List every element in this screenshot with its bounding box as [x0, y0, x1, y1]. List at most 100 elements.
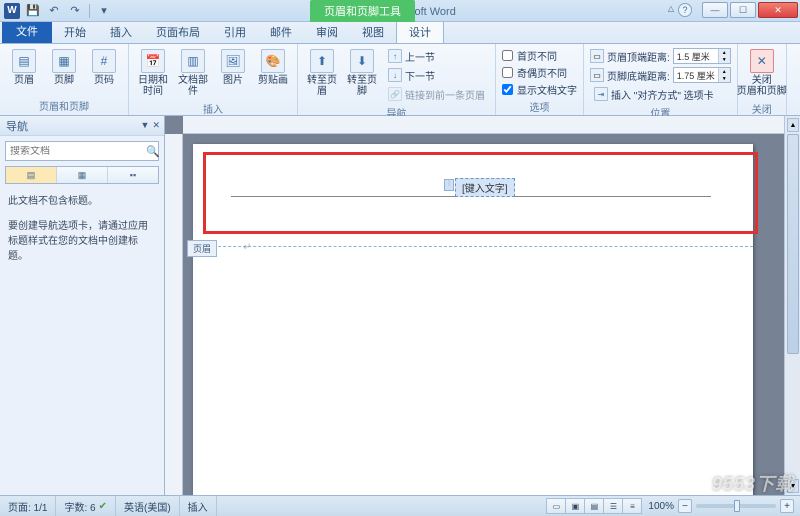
check-icon: ✔	[99, 501, 107, 512]
nav-close-icon[interactable]: ✕	[152, 120, 160, 131]
group-header-footer: ▤页眉 ▦页脚 #页码 页眉和页脚	[0, 44, 129, 115]
view-print-layout[interactable]: ▭	[546, 498, 566, 514]
qat-customize-icon[interactable]: ▾	[95, 3, 113, 19]
view-outline[interactable]: ☰	[603, 498, 623, 514]
close-button[interactable]: ✕	[758, 2, 798, 18]
picture-icon: 🖼	[221, 49, 245, 73]
different-first-checkbox[interactable]: 首页不同	[502, 47, 577, 63]
goto-footer-icon: ⬇	[350, 49, 374, 73]
group-options: 首页不同 奇偶页不同 显示文档文字 选项	[496, 44, 584, 115]
goto-header-button[interactable]: ⬆转至页眉	[304, 47, 340, 99]
tab-mailings[interactable]: 邮件	[258, 20, 304, 43]
zoom-in-button[interactable]: +	[780, 499, 794, 513]
view-web[interactable]: ▤	[584, 498, 604, 514]
status-page[interactable]: 页面: 1/1	[0, 496, 56, 516]
doc-parts-button[interactable]: ▥文档部件	[175, 47, 211, 99]
ribbon-minimize-icon[interactable]: △	[668, 4, 674, 13]
view-buttons: ▭ ▣ ▤ ☰ ≡	[547, 498, 642, 514]
nav-search-box[interactable]: 🔍	[5, 141, 159, 161]
status-bar: 页面: 1/1 字数: 6✔ 英语(美国) 插入 ▭ ▣ ▤ ☰ ≡ 100% …	[0, 495, 800, 516]
header-boundary-line	[193, 246, 753, 247]
tab-home[interactable]: 开始	[52, 20, 98, 43]
align-icon: ⇥	[594, 87, 608, 101]
status-language[interactable]: 英语(美国)	[116, 496, 180, 516]
datetime-button[interactable]: 📅日期和时间	[135, 47, 171, 99]
qat-separator	[89, 4, 90, 18]
calendar-icon: 📅	[141, 49, 165, 73]
zoom-control: 100% − +	[648, 499, 794, 513]
contextual-tab-label: 页眉和页脚工具	[310, 0, 415, 22]
prev-section-button[interactable]: ↑上一节	[384, 47, 489, 65]
prev-icon: ↑	[388, 49, 402, 63]
nav-view-tabs: ▤ ▦ ▪▪	[5, 166, 159, 184]
insert-align-tab-button[interactable]: ⇥插入 "对齐方式" 选项卡	[590, 85, 731, 103]
next-section-button[interactable]: ↓下一节	[384, 66, 489, 84]
view-fullscreen[interactable]: ▣	[565, 498, 585, 514]
annotation-highlight	[203, 152, 758, 234]
tab-references[interactable]: 引用	[212, 20, 258, 43]
group-insert: 📅日期和时间 ▥文档部件 🖼图片 🎨剪贴画 插入	[129, 44, 298, 115]
tab-design[interactable]: 设计	[396, 19, 444, 43]
status-insert-mode[interactable]: 插入	[180, 496, 217, 516]
scroll-thumb[interactable]	[787, 134, 799, 354]
tab-file[interactable]: 文件	[2, 19, 52, 43]
goto-header-icon: ⬆	[310, 49, 334, 73]
nav-dropdown-icon[interactable]: ▼	[141, 120, 150, 131]
footer-bottom-spinner[interactable]: 1.75 厘米▲▼	[673, 67, 731, 83]
nav-search-input[interactable]	[6, 146, 146, 157]
page-number-icon: #	[92, 49, 116, 73]
help-button[interactable]: ?	[678, 3, 692, 17]
zoom-out-button[interactable]: −	[678, 499, 692, 513]
redo-icon[interactable]: ↷	[66, 3, 84, 19]
scroll-up-icon[interactable]: ▲	[787, 118, 799, 132]
group-position: ▭ 页眉顶端距离: 1.5 厘米▲▼ ▭ 页脚底端距离: 1.75 厘米▲▼ ⇥…	[584, 44, 738, 115]
zoom-level[interactable]: 100%	[648, 501, 674, 512]
horizontal-ruler[interactable]	[183, 116, 784, 134]
search-icon[interactable]: 🔍	[146, 145, 160, 158]
group-label: 选项	[502, 97, 577, 116]
header-top-spinner[interactable]: 1.5 厘米▲▼	[673, 48, 731, 64]
minimize-button[interactable]: —	[702, 2, 728, 18]
picture-button[interactable]: 🖼图片	[215, 47, 251, 88]
tab-view[interactable]: 视图	[350, 20, 396, 43]
workspace: 导航 ▼✕ 🔍 ▤ ▦ ▪▪ 此文档不包含标题。 要创建导航选项卡，请通过应用标…	[0, 116, 800, 495]
tab-insert[interactable]: 插入	[98, 20, 144, 43]
group-navigation: ⬆转至页眉 ⬇转至页脚 ↑上一节 ↓下一节 🔗链接到前一条页眉 导航	[298, 44, 496, 115]
view-draft[interactable]: ≡	[622, 498, 642, 514]
zoom-slider-handle[interactable]	[734, 500, 740, 512]
ribbon-tabs: 文件 开始 插入 页面布局 引用 邮件 审阅 视图 设计	[0, 22, 800, 44]
nav-tab-headings[interactable]: ▤	[6, 167, 57, 183]
vertical-scrollbar[interactable]: ▲ ▼	[784, 116, 800, 495]
status-word-count[interactable]: 字数: 6✔	[56, 496, 116, 516]
spin-down-icon[interactable]: ▼	[718, 56, 730, 63]
save-icon[interactable]: 💾	[24, 3, 42, 19]
different-odd-even-checkbox[interactable]: 奇偶页不同	[502, 64, 577, 80]
parts-icon: ▥	[181, 49, 205, 73]
footer-button[interactable]: ▦页脚	[46, 47, 82, 88]
bottom-distance-icon: ▭	[590, 68, 604, 82]
nav-tab-pages[interactable]: ▦	[57, 167, 108, 183]
tab-layout[interactable]: 页面布局	[144, 20, 212, 43]
page-number-button[interactable]: #页码	[86, 47, 122, 88]
zoom-slider[interactable]	[696, 504, 776, 508]
close-icon: ✕	[750, 49, 774, 73]
show-doc-text-checkbox[interactable]: 显示文档文字	[502, 81, 577, 97]
nav-message: 此文档不包含标题。 要创建导航选项卡，请通过应用标题样式在您的文档中创建标题。	[8, 194, 156, 274]
spin-up-icon[interactable]: ▲	[718, 49, 730, 56]
nav-tab-results[interactable]: ▪▪	[108, 167, 158, 183]
spin-down-icon[interactable]: ▼	[718, 75, 730, 82]
vertical-ruler[interactable]	[165, 134, 183, 495]
goto-footer-button[interactable]: ⬇转至页脚	[344, 47, 380, 99]
watermark: 9553下载	[712, 470, 794, 496]
clipart-button[interactable]: 🎨剪贴画	[255, 47, 291, 88]
close-header-footer-button[interactable]: ✕关闭 页眉和页脚	[744, 47, 780, 99]
maximize-button[interactable]: ☐	[730, 2, 756, 18]
header-button[interactable]: ▤页眉	[6, 47, 42, 88]
title-bar: W 💾 ↶ ↷ ▾ 文档1 - Microsoft Word 页眉和页脚工具 △…	[0, 0, 800, 22]
navigation-pane: 导航 ▼✕ 🔍 ▤ ▦ ▪▪ 此文档不包含标题。 要创建导航选项卡，请通过应用标…	[0, 116, 165, 495]
link-previous-button[interactable]: 🔗链接到前一条页眉	[384, 85, 489, 103]
header-top-distance: ▭ 页眉顶端距离: 1.5 厘米▲▼	[590, 47, 731, 65]
undo-icon[interactable]: ↶	[45, 3, 63, 19]
tab-review[interactable]: 审阅	[304, 20, 350, 43]
spin-up-icon[interactable]: ▲	[718, 68, 730, 75]
